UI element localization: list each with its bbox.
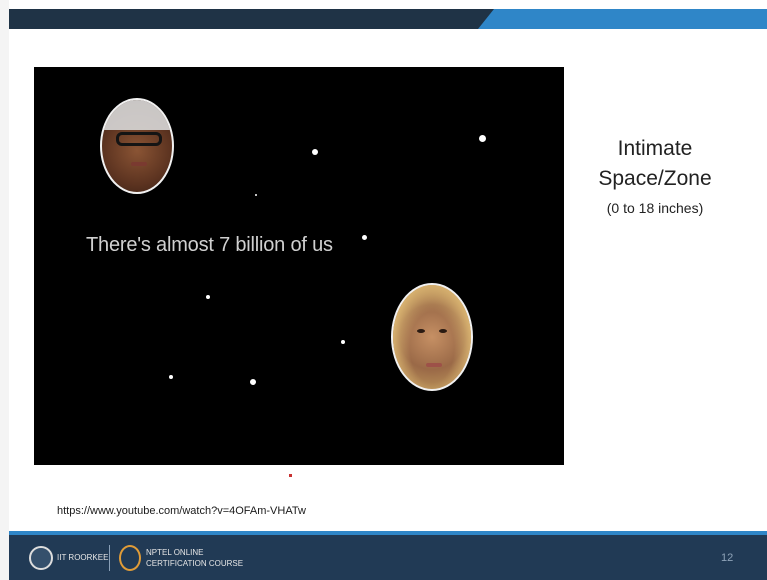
star-dot (362, 235, 367, 240)
star-dot (169, 375, 173, 379)
iit-roorkee-logo-icon (29, 546, 53, 570)
header-accent (478, 9, 767, 29)
face-thumbnail-man (100, 98, 174, 194)
star-dot (341, 340, 345, 344)
course-line-1: NPTEL ONLINE (146, 548, 204, 557)
cursor-marker (289, 474, 292, 477)
footer-divider (109, 545, 110, 571)
side-subtitle: (0 to 18 inches) (606, 200, 704, 216)
star-dot (250, 379, 256, 385)
eye (439, 329, 447, 333)
footer-bar: IIT ROORKEE NPTEL ONLINE CERTIFICATION C… (9, 531, 767, 580)
hair (393, 285, 471, 389)
video-frame[interactable]: There's almost 7 billion of us (34, 67, 564, 465)
star-dot (479, 135, 486, 142)
side-title: Intimate Space/Zone (570, 134, 740, 194)
page-number: 12 (721, 552, 734, 564)
video-caption: There's almost 7 billion of us (86, 234, 333, 256)
eye (417, 329, 425, 333)
course-line-2: CERTIFICATION COURSE (146, 559, 244, 568)
hair (102, 100, 172, 130)
glasses (116, 132, 162, 146)
nptel-logo-icon (119, 545, 141, 571)
star-dot (255, 194, 257, 196)
source-url[interactable]: https://www.youtube.com/watch?v=4OFAm-VH… (57, 505, 306, 517)
star-dot (312, 149, 318, 155)
face-thumbnail-woman (391, 283, 473, 391)
star-dot (206, 295, 210, 299)
side-title-line2: Space/Zone (598, 167, 712, 190)
side-title-line1: Intimate (617, 137, 693, 160)
mouth (426, 363, 442, 367)
institute-name: IIT ROORKEE (57, 553, 109, 562)
mouth (131, 162, 147, 166)
